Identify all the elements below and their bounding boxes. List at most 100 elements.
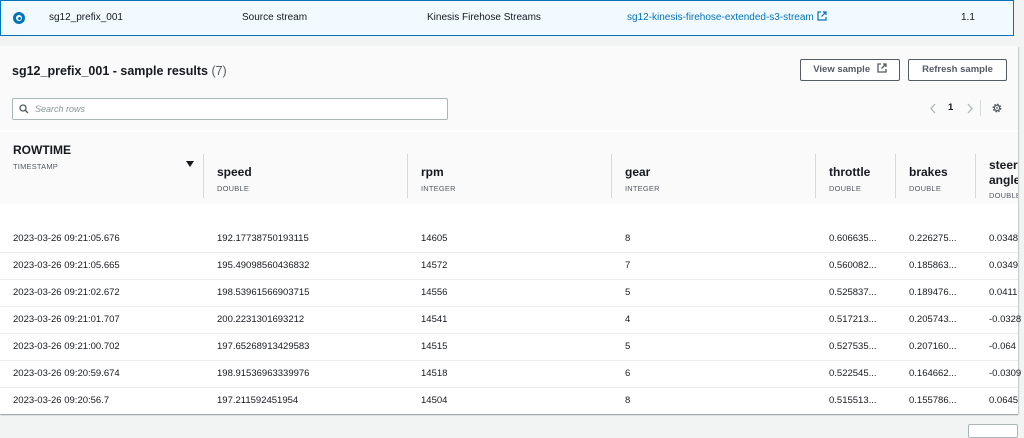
column-type: INTEGER: [625, 184, 660, 193]
cell-rpm: 14518: [421, 368, 448, 379]
panel-title: sg12_prefix_001 - sample results (7): [12, 64, 227, 78]
cell-steering-angle: 0.0349: [989, 260, 1019, 271]
cell-rpm: 14541: [421, 314, 448, 325]
table-row[interactable]: 2023-03-26 09:21:00.702 197.652689134295…: [0, 334, 1018, 361]
source-stream-link-label: sg12-kinesis-firehose-extended-s3-stream: [627, 12, 814, 23]
table-row[interactable]: 2023-03-26 09:21:05.676 192.177387501931…: [0, 226, 1018, 253]
source-stream-link[interactable]: sg12-kinesis-firehose-extended-s3-stream: [627, 1, 827, 35]
cell-gear: 5: [625, 341, 631, 352]
column-name: rpm: [421, 165, 444, 179]
column-header-throttle[interactable]: throttle DOUBLE: [829, 132, 895, 204]
source-role: Source stream: [242, 12, 308, 23]
cell-brakes: 0.164662...: [909, 368, 957, 379]
cell-throttle: 0.606635...: [829, 233, 877, 244]
source-stream-row[interactable]: sg12_prefix_001 Source stream Kinesis Fi…: [0, 0, 1014, 36]
cell-rpm: 14605: [421, 233, 448, 244]
sort-down-icon[interactable]: [186, 161, 194, 167]
result-count: (7): [211, 64, 227, 78]
cell-throttle: 0.527535...: [829, 341, 877, 352]
cell-throttle: 0.517213...: [829, 314, 877, 325]
table-header: ROWTIME TIMESTAMP speed DOUBLE rpm INTEG…: [0, 132, 1018, 204]
column-name: speed: [217, 165, 252, 179]
cell-steering-angle: 0.0411: [989, 287, 1018, 298]
column-name: ROWTIME: [13, 143, 71, 157]
cell-steering-angle: 0.0645: [989, 395, 1019, 406]
chevron-left-icon[interactable]: [929, 103, 937, 114]
cell-gear: 6: [625, 368, 631, 379]
table-row[interactable]: 2023-03-26 09:20:59.674 198.915369633399…: [0, 361, 1021, 388]
cell-rowtime: 2023-03-26 09:21:00.702: [13, 341, 120, 352]
table-row[interactable]: 2023-03-26 09:21:01.707 200.223130169321…: [0, 307, 1022, 334]
source-type: Kinesis Firehose Streams: [427, 12, 541, 23]
search-icon: [19, 104, 29, 114]
cell-brakes: 0.205743...: [909, 314, 957, 325]
column-header-gear[interactable]: gear INTEGER: [625, 132, 805, 204]
refresh-sample-button[interactable]: Refresh sample: [908, 59, 1007, 81]
cell-gear: 8: [625, 233, 631, 244]
search-box[interactable]: [12, 98, 448, 120]
cell-speed: 200.2231301693212: [217, 314, 305, 325]
view-sample-button[interactable]: View sample: [800, 59, 900, 81]
cell-brakes: 0.207160...: [909, 341, 957, 352]
view-sample-label: View sample: [813, 64, 871, 75]
cell-rpm: 14572: [421, 260, 448, 271]
column-type: DOUBLE: [909, 184, 942, 193]
table-body: 2023-03-26 09:21:05.676 192.177387501931…: [0, 226, 1022, 415]
column-divider[interactable]: [815, 154, 816, 198]
source-version: 1.1: [961, 12, 975, 23]
cell-throttle: 0.515513...: [829, 395, 877, 406]
column-divider[interactable]: [975, 154, 976, 198]
column-type: INTEGER: [421, 184, 456, 193]
cell-steering-angle: -0.0328: [989, 314, 1022, 325]
source-name: sg12_prefix_001: [49, 12, 123, 23]
cell-steering-angle: 0.0348: [989, 233, 1019, 244]
column-name: gear: [625, 165, 651, 179]
column-type: DOUBLE: [989, 191, 1018, 200]
cell-speed: 197.65268913429583: [217, 341, 310, 352]
cell-speed: 195.49098560436832: [217, 260, 310, 271]
cell-steering-angle: -0.064: [989, 341, 1016, 352]
column-type: DOUBLE: [829, 184, 862, 193]
cell-rowtime: 2023-03-26 09:21:02.672: [13, 287, 120, 298]
column-divider[interactable]: [611, 154, 612, 198]
table-row[interactable]: 2023-03-26 09:21:05.665 195.490985604368…: [0, 253, 1018, 280]
cell-gear: 5: [625, 287, 631, 298]
column-name: brakes: [909, 165, 948, 179]
column-header-rowtime[interactable]: ROWTIME TIMESTAMP: [13, 132, 193, 204]
column-name-line2: angle: [989, 173, 1018, 187]
column-type: TIMESTAMP: [13, 162, 58, 171]
cell-brakes: 0.155786...: [909, 395, 957, 406]
pager-divider: [980, 100, 981, 116]
panel-header: sg12_prefix_001 - sample results (7) Vie…: [0, 46, 1018, 130]
external-link-icon: [877, 63, 887, 73]
cell-rpm: 14515: [421, 341, 448, 352]
cell-brakes: 0.189476...: [909, 287, 957, 298]
cell-speed: 198.91536963339976: [217, 368, 310, 379]
column-divider[interactable]: [203, 154, 204, 198]
cell-throttle: 0.522545...: [829, 368, 877, 379]
column-header-brakes[interactable]: brakes DOUBLE: [909, 132, 965, 204]
partial-button[interactable]: [968, 424, 1018, 438]
cell-rowtime: 2023-03-26 09:20:59.674: [13, 368, 120, 379]
table-row[interactable]: 2023-03-26 09:21:02.672 198.539615669037…: [0, 280, 1018, 307]
source-radio-selected[interactable]: [13, 12, 25, 24]
table-row[interactable]: 2023-03-26 09:20:56.7 197.211592451954 1…: [0, 388, 1018, 415]
column-header-rpm[interactable]: rpm INTEGER: [421, 132, 601, 204]
cell-throttle: 0.525837...: [829, 287, 877, 298]
cell-gear: 8: [625, 395, 631, 406]
column-type: DOUBLE: [217, 184, 250, 193]
cell-speed: 192.17738750193115: [217, 233, 309, 244]
gear-icon[interactable]: [991, 102, 1003, 114]
cell-brakes: 0.226275...: [909, 233, 957, 244]
cell-rowtime: 2023-03-26 09:21:01.707: [13, 314, 120, 325]
column-header-steering-angle[interactable]: steeri angle DOUBLE: [989, 132, 1018, 204]
current-page-number[interactable]: 1: [948, 102, 953, 113]
external-link-icon: [817, 11, 827, 21]
column-divider[interactable]: [895, 154, 896, 198]
search-input[interactable]: [35, 101, 435, 117]
column-header-speed[interactable]: speed DOUBLE: [217, 132, 397, 204]
cell-gear: 7: [625, 260, 631, 271]
chevron-right-icon[interactable]: [966, 103, 974, 114]
column-divider[interactable]: [407, 154, 408, 198]
column-name: throttle: [829, 165, 871, 179]
